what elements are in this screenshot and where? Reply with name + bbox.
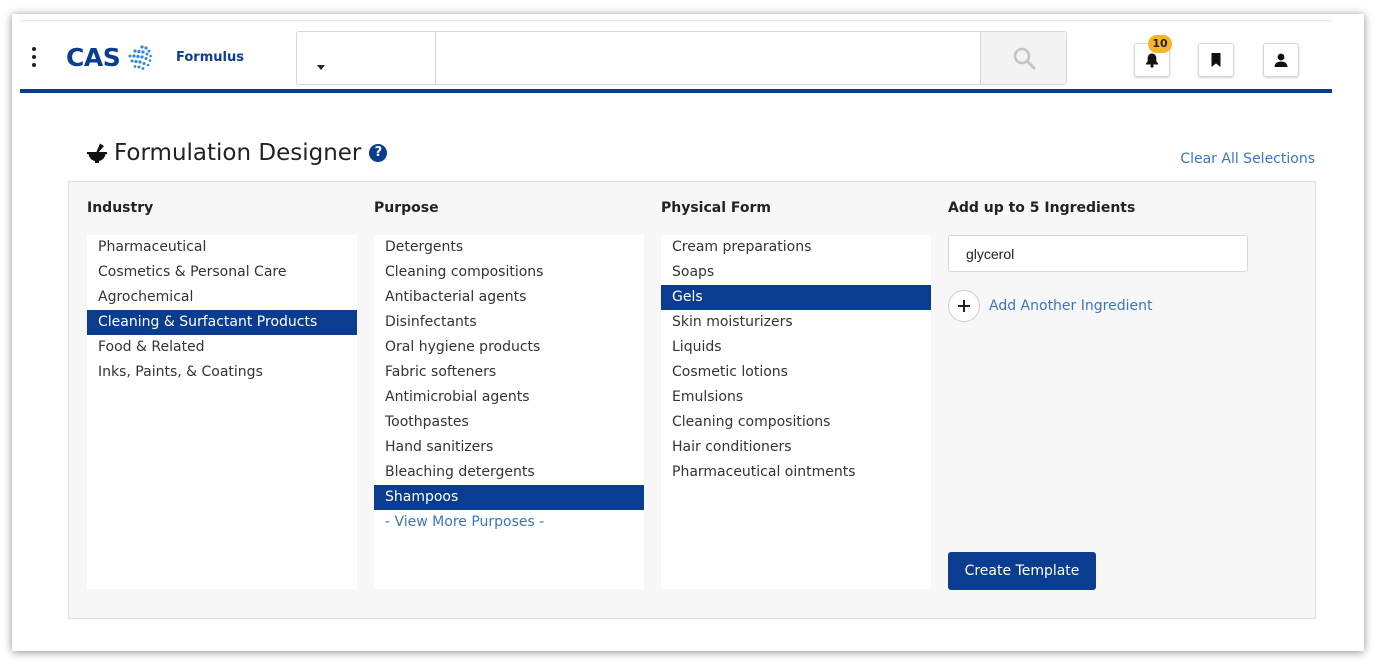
industry-list: Pharmaceutical Cosmetics & Personal Care A… xyxy=(87,235,357,589)
physical-form-item[interactable]: Soaps xyxy=(661,260,931,285)
purpose-item[interactable]: Antimicrobial agents xyxy=(374,385,644,410)
designer-panel: Industry Pharmaceutical Cosmetics & Perso… xyxy=(68,181,1316,619)
purpose-heading: Purpose xyxy=(374,200,439,216)
purpose-item[interactable]: Fabric softeners xyxy=(374,360,644,385)
physical-form-item[interactable]: Skin moisturizers xyxy=(661,310,931,335)
purpose-item[interactable]: Hand sanitizers xyxy=(374,435,644,460)
search-button[interactable] xyxy=(980,32,1066,84)
purpose-item[interactable]: Shampoos xyxy=(374,485,644,510)
purpose-item[interactable]: Toothpastes xyxy=(374,410,644,435)
purpose-item[interactable]: Antibacterial agents xyxy=(374,285,644,310)
add-another-ingredient-label: Add Another Ingredient xyxy=(989,298,1153,314)
view-more-purposes-link[interactable]: - View More Purposes - xyxy=(374,510,644,535)
purpose-list: Detergents Cleaning compositions Antibacte… xyxy=(374,235,644,589)
page-title: Formulation Designer xyxy=(114,140,362,166)
physical-form-list: Cream preparations Soaps Gels Skin moisturi… xyxy=(661,235,931,589)
physical-form-item[interactable]: Hair conditioners xyxy=(661,435,931,460)
industry-item[interactable]: Cleaning & Surfactant Products xyxy=(87,310,357,335)
purpose-item[interactable]: Oral hygiene products xyxy=(374,335,644,360)
help-icon[interactable]: ? xyxy=(369,144,388,162)
header-divider xyxy=(20,89,1332,93)
physical-form-item[interactable]: Cream preparations xyxy=(661,235,931,260)
industry-item[interactable]: Pharmaceutical xyxy=(87,235,357,260)
top-header: CAS Formulus 10 xyxy=(20,20,1332,92)
industry-item[interactable]: Cosmetics & Personal Care xyxy=(87,260,357,285)
mortar-pestle-icon xyxy=(87,143,107,163)
purpose-item[interactable]: Detergents xyxy=(374,235,644,260)
cas-logo-mark-icon xyxy=(128,44,153,70)
industry-item[interactable]: Inks, Paints, & Coatings xyxy=(87,360,357,385)
bookmark-icon xyxy=(1211,53,1221,67)
purpose-item[interactable]: Bleaching detergents xyxy=(374,460,644,485)
physical-form-item[interactable]: Cosmetic lotions xyxy=(661,360,931,385)
add-another-ingredient-button[interactable]: Add Another Ingredient xyxy=(948,290,1152,322)
logo-text: CAS xyxy=(66,43,121,72)
physical-form-item[interactable]: Gels xyxy=(661,285,931,310)
create-template-button[interactable]: Create Template xyxy=(948,552,1096,590)
physical-form-item[interactable]: Emulsions xyxy=(661,385,931,410)
plus-icon xyxy=(948,290,980,322)
user-account-button[interactable] xyxy=(1263,43,1299,77)
industry-item[interactable]: Agrochemical xyxy=(87,285,357,310)
search-icon xyxy=(1013,47,1035,70)
physical-form-heading: Physical Form xyxy=(661,200,772,216)
industry-item[interactable]: Food & Related xyxy=(87,335,357,360)
caret-down-icon xyxy=(317,65,325,70)
industry-heading: Industry xyxy=(87,200,154,216)
user-icon xyxy=(1274,53,1288,67)
page-title-row: Formulation Designer ? xyxy=(86,140,388,166)
menu-kebab-icon[interactable] xyxy=(30,47,38,71)
physical-form-item[interactable]: Pharmaceutical ointments xyxy=(661,460,931,485)
purpose-item[interactable]: Cleaning compositions xyxy=(374,260,644,285)
notification-count-badge: 10 xyxy=(1148,35,1172,53)
search-scope-dropdown[interactable] xyxy=(297,32,436,84)
bookmarks-button[interactable] xyxy=(1198,43,1234,77)
physical-form-item[interactable]: Cleaning compositions xyxy=(661,410,931,435)
search-bar xyxy=(296,31,1067,85)
ingredients-heading: Add up to 5 Ingredients xyxy=(948,200,1136,216)
physical-form-item[interactable]: Liquids xyxy=(661,335,931,360)
ingredient-input[interactable] xyxy=(948,235,1248,272)
search-input[interactable] xyxy=(437,32,981,84)
purpose-item[interactable]: Disinfectants xyxy=(374,310,644,335)
clear-all-selections-link[interactable]: Clear All Selections xyxy=(1180,151,1315,167)
product-name[interactable]: Formulus xyxy=(176,50,244,65)
bell-icon xyxy=(1146,53,1158,68)
cas-logo[interactable]: CAS xyxy=(66,43,154,72)
